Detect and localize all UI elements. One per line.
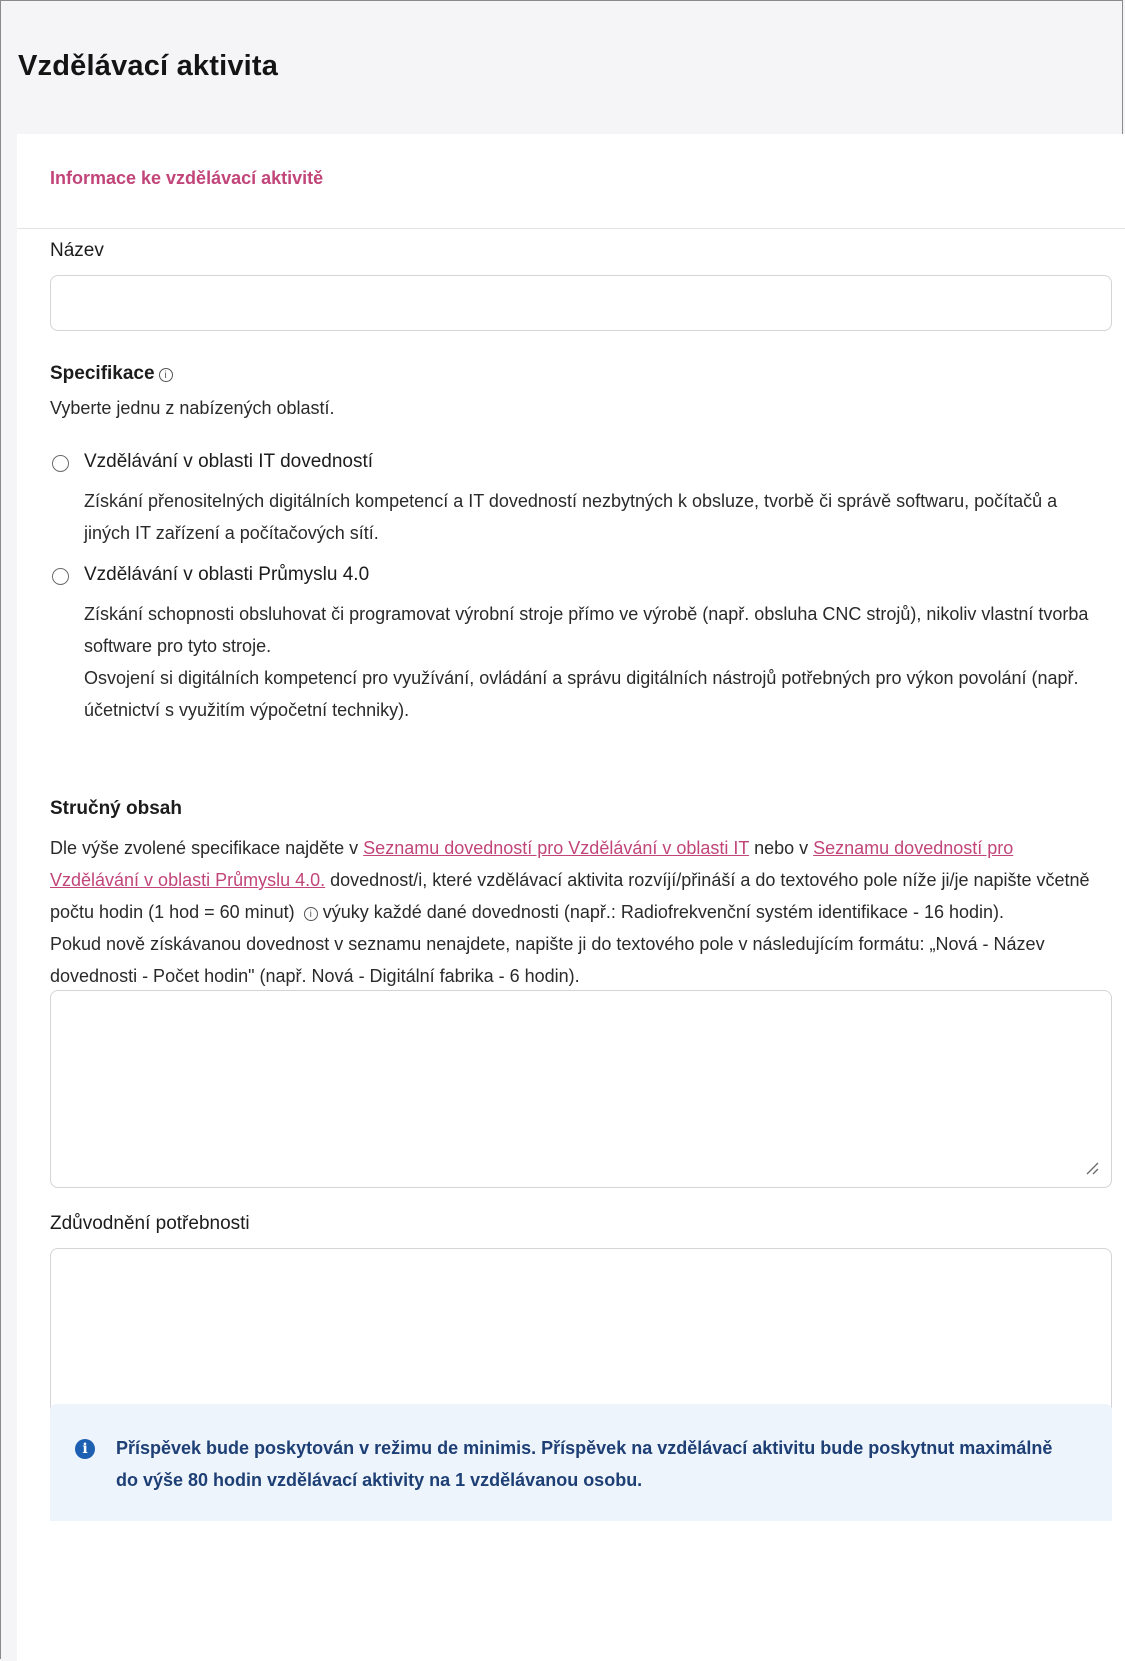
info-icon: i <box>75 1439 95 1459</box>
hours-info-icon[interactable]: i <box>303 907 318 921</box>
radio-button-industry[interactable] <box>52 568 69 585</box>
radio-option-description: Získání schopnosti obsluhovat či program… <box>84 598 1094 726</box>
radio-option-description: Získání přenositelných digitálních kompe… <box>84 485 1094 549</box>
radio-option-it[interactable]: Vzdělávání v oblasti IT dovedností Získá… <box>50 451 1120 551</box>
specification-help: Vyberte jednu z nabízených oblastí. <box>50 398 335 418</box>
summary-text-part: Dle výše zvolené specifikace najděte v <box>50 838 364 858</box>
summary-textarea[interactable] <box>50 990 1112 1188</box>
de-minimis-notice: i Příspěvek bude poskytován v režimu de … <box>50 1404 1112 1521</box>
radio-option-description-line: Osvojení si digitálních kompetencí pro v… <box>84 668 1079 720</box>
radio-option-industry[interactable]: Vzdělávání v oblasti Průmyslu 4.0 Získán… <box>50 564 1120 734</box>
radio-option-description-line: Získání schopnosti obsluhovat či program… <box>84 604 1089 656</box>
resize-handle-icon[interactable] <box>1083 1159 1099 1175</box>
summary-format-instructions: Pokud nově získávanou dovednost v seznam… <box>50 934 1045 986</box>
radio-button-it[interactable] <box>52 455 69 472</box>
page-title: Vzdělávací aktivita <box>18 50 279 82</box>
name-input[interactable] <box>50 275 1112 331</box>
name-label: Název <box>50 240 104 261</box>
section-title: Informace ke vzdělávací aktivitě <box>50 168 324 188</box>
section-header: Informace ke vzdělávací aktivitě <box>17 134 1125 229</box>
radio-option-description-line: Získání přenositelných digitálních kompe… <box>84 491 1058 543</box>
justification-label: Zdůvodnění potřebnosti <box>50 1213 250 1234</box>
form-card: Informace ke vzdělávací aktivitě Název S… <box>17 134 1125 1661</box>
summary-text-part: výuky každé dané dovednosti (např.: Radi… <box>317 902 1005 922</box>
it-skills-list-link[interactable]: Seznamu dovedností pro Vzdělávání v obla… <box>363 838 749 858</box>
notice-text: Příspěvek bude poskytován v režimu de mi… <box>116 1438 1053 1490</box>
specification-label: Specifikace i <box>50 363 173 385</box>
radio-option-title: Vzdělávání v oblasti Průmyslu 4.0 <box>84 564 370 585</box>
info-icon[interactable]: i <box>158 368 173 382</box>
specification-label-text: Specifikace <box>50 363 155 384</box>
summary-label: Stručný obsah <box>50 798 182 819</box>
radio-option-title: Vzdělávání v oblasti IT dovedností <box>84 451 374 472</box>
summary-text-part: nebo v <box>749 838 814 858</box>
summary-instructions: Dle výše zvolené specifikace najděte v S… <box>50 832 1090 992</box>
